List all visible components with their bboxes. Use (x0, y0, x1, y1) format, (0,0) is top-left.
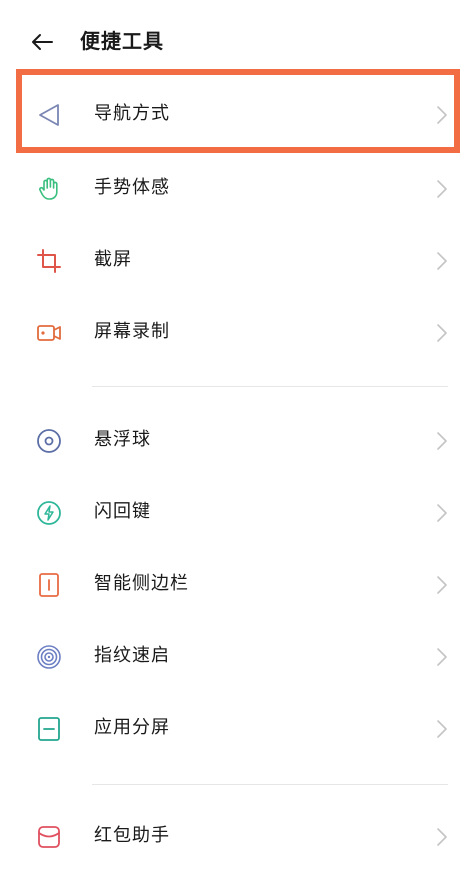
hand-gesture-icon (36, 176, 62, 202)
setting-item-fingerprint-launch[interactable]: 指纹速启 (0, 620, 474, 692)
red-envelope-icon (36, 824, 62, 850)
chevron-right-icon (437, 252, 447, 270)
setting-item-flash-back[interactable]: 闪回键 (0, 476, 474, 548)
setting-item-red-envelope[interactable]: 红包助手 (0, 800, 474, 872)
chevron-right-icon (437, 324, 447, 342)
setting-item-label: 屏幕录制 (94, 321, 170, 342)
setting-item-screenshot[interactable]: 截屏 (0, 224, 474, 296)
setting-item-floating-ball[interactable]: 悬浮球 (0, 404, 474, 476)
floating-ball-icon (36, 428, 62, 454)
setting-item-label: 指纹速启 (94, 645, 170, 666)
top-bar: 便捷工具 (0, 0, 474, 80)
split-screen-icon (36, 716, 62, 742)
setting-item-label: 悬浮球 (94, 429, 151, 450)
section-divider (92, 386, 448, 387)
chevron-right-icon (437, 180, 447, 198)
flash-bolt-icon (36, 500, 62, 526)
setting-item-label: 截屏 (94, 249, 132, 270)
back-button[interactable] (24, 24, 60, 60)
setting-item-label: 应用分屏 (94, 717, 170, 738)
setting-item-split-screen[interactable]: 应用分屏 (0, 692, 474, 764)
smart-sidebar-icon (36, 572, 62, 598)
chevron-right-icon (437, 828, 447, 846)
chevron-right-icon (437, 432, 447, 450)
setting-item-label: 红包助手 (94, 825, 170, 846)
crop-screenshot-icon (36, 248, 62, 274)
video-record-icon (36, 320, 62, 346)
chevron-right-icon (437, 504, 447, 522)
fingerprint-icon (36, 644, 62, 670)
back-arrow-icon (32, 34, 53, 50)
chevron-right-icon (437, 720, 447, 738)
chevron-right-icon (437, 576, 447, 594)
setting-item-screen-record[interactable]: 屏幕录制 (0, 296, 474, 368)
setting-item-label: 闪回键 (94, 501, 151, 522)
setting-item-label: 手势体感 (94, 177, 170, 198)
chevron-right-icon (437, 648, 447, 666)
setting-item-gesture[interactable]: 手势体感 (0, 152, 474, 224)
setting-item-smart-sidebar[interactable]: 智能侧边栏 (0, 548, 474, 620)
section-divider (92, 784, 448, 785)
setting-item-label: 智能侧边栏 (94, 573, 189, 594)
highlight-box (16, 69, 460, 153)
page-title: 便捷工具 (80, 29, 164, 53)
